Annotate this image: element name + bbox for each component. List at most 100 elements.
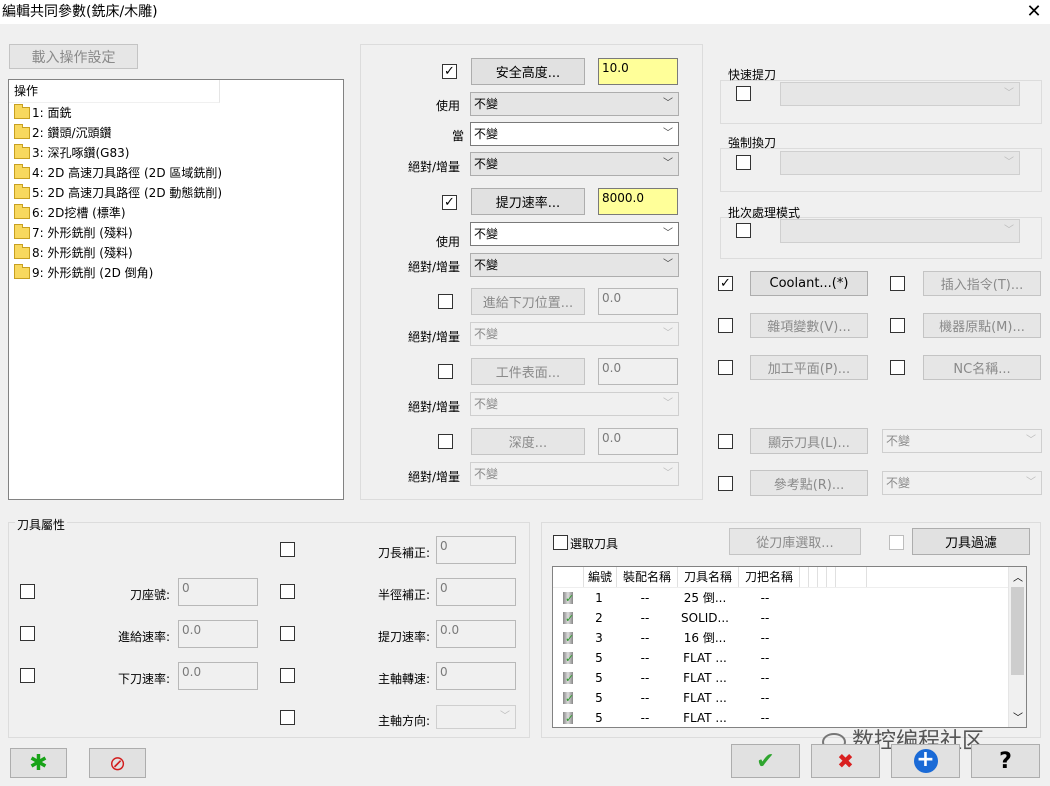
abs-inc-select[interactable]: 不變 ﹀ bbox=[470, 152, 679, 176]
nc-name-checkbox[interactable] bbox=[890, 360, 905, 375]
use2-select[interactable]: 不變 ﹀ bbox=[470, 222, 679, 246]
misc-values-checkbox[interactable] bbox=[718, 318, 733, 333]
coolant-checkbox[interactable]: ✓ bbox=[718, 276, 733, 291]
feed-rate-input[interactable]: 0.0 bbox=[178, 620, 258, 648]
misc-values-button[interactable]: 雜項變數(V)... bbox=[750, 313, 868, 338]
retract-rate-button[interactable]: 提刀速率... bbox=[471, 188, 585, 215]
help-button[interactable]: ? bbox=[971, 744, 1040, 778]
holder-input[interactable]: 0 bbox=[178, 578, 258, 606]
tool-row[interactable]: 5 -- FLAT ... -- bbox=[553, 648, 1026, 668]
plunge-rate-checkbox[interactable] bbox=[20, 668, 35, 683]
dia-comp-checkbox[interactable] bbox=[280, 584, 295, 599]
ref-point-select[interactable]: 不變 ﹀ bbox=[882, 471, 1042, 495]
plunge-rate-input[interactable]: 0.0 bbox=[178, 662, 258, 690]
tool-row[interactable]: 3 -- 16 倒... -- bbox=[553, 628, 1026, 648]
retract-rate-input[interactable]: 8000.0 bbox=[598, 188, 678, 215]
rapid-retract-checkbox[interactable] bbox=[736, 86, 751, 101]
spindle-speed-checkbox[interactable] bbox=[280, 668, 295, 683]
retract-checkbox[interactable]: ✓ bbox=[442, 195, 457, 210]
column-header[interactable]: 編號 bbox=[584, 567, 617, 587]
column-header[interactable]: 刀把名稱 bbox=[739, 567, 800, 587]
depth-input[interactable]: 0.0 bbox=[598, 428, 678, 455]
new-button[interactable]: ✱ bbox=[10, 748, 67, 778]
abs-inc5-select[interactable]: 不變 ﹀ bbox=[470, 462, 679, 486]
spindle-dir-checkbox[interactable] bbox=[280, 710, 295, 725]
top-stock-input[interactable]: 0.0 bbox=[598, 358, 678, 385]
operation-item[interactable]: 3: 深孔啄鑽(G83) bbox=[14, 143, 343, 163]
use-select[interactable]: 不變 ﹀ bbox=[470, 92, 679, 116]
scroll-down-icon[interactable]: ﹀ bbox=[1013, 709, 1023, 724]
safety-height-checkbox[interactable]: ✓ bbox=[442, 64, 457, 79]
depth-button[interactable]: 深度... bbox=[471, 428, 585, 455]
feed-plane-input[interactable]: 0.0 bbox=[598, 288, 678, 315]
cancel-button[interactable]: ✖ bbox=[811, 744, 880, 778]
abs-inc3-select[interactable]: 不變 ﹀ bbox=[470, 322, 679, 346]
tool-row[interactable]: 5 -- FLAT ... -- bbox=[553, 688, 1026, 708]
retract-rate2-checkbox[interactable] bbox=[280, 626, 295, 641]
operation-item[interactable]: 5: 2D 高速刀具路徑 (2D 動態銑削) bbox=[14, 183, 343, 203]
spindle-dir-select[interactable]: ﹀ bbox=[436, 705, 516, 729]
rapid-retract-select[interactable]: ﹀ bbox=[780, 82, 1020, 106]
retract-rate2-input[interactable]: 0.0 bbox=[436, 620, 516, 648]
ref-point-button[interactable]: 參考點(R)... bbox=[750, 470, 868, 496]
scroll-thumb[interactable] bbox=[1011, 587, 1024, 675]
force-tool-change-select[interactable]: ﹀ bbox=[780, 151, 1020, 175]
close-icon[interactable]: ✕ bbox=[1024, 2, 1044, 22]
select-tool-checkbox[interactable] bbox=[553, 535, 568, 550]
display-tool-button[interactable]: 顯示刀具(L)... bbox=[750, 428, 868, 454]
feed-plane-checkbox[interactable] bbox=[438, 294, 453, 309]
insert-command-checkbox[interactable] bbox=[890, 276, 905, 291]
tool-list[interactable]: 編號 裝配名稱 刀具名稱 刀把名稱 1 -- 25 倒... -- 2 -- SOLID..… bbox=[552, 566, 1027, 728]
operation-item[interactable]: 1: 面銑 bbox=[14, 103, 343, 123]
tool-filter-checkbox[interactable] bbox=[889, 535, 904, 550]
clear-button[interactable]: ⊘ bbox=[89, 748, 146, 778]
tool-row[interactable]: 2 -- SOLID... -- bbox=[553, 608, 1026, 628]
ok-button[interactable]: ✔ bbox=[731, 744, 800, 778]
column-header[interactable]: 裝配名稱 bbox=[617, 567, 678, 587]
tool-list-scrollbar[interactable]: ︿ ﹀ bbox=[1008, 567, 1026, 727]
safety-height-button[interactable]: 安全高度... bbox=[471, 58, 585, 85]
length-comp-input[interactable]: 0 bbox=[436, 536, 516, 564]
display-tool-checkbox[interactable] bbox=[718, 434, 733, 449]
dia-comp-input[interactable]: 0 bbox=[436, 578, 516, 606]
insert-command-button[interactable]: 插入指令(T)... bbox=[923, 271, 1041, 296]
abs-inc2-select[interactable]: 不變 ﹀ bbox=[470, 253, 679, 277]
top-stock-checkbox[interactable] bbox=[438, 364, 453, 379]
abs-inc4-select[interactable]: 不變 ﹀ bbox=[470, 392, 679, 416]
tool-row[interactable]: 5 -- FLAT ... -- bbox=[553, 668, 1026, 688]
when-select[interactable]: 不變 ﹀ bbox=[470, 122, 679, 146]
holder-checkbox[interactable] bbox=[20, 584, 35, 599]
batch-mode-select[interactable]: ﹀ bbox=[780, 219, 1020, 243]
plane-checkbox[interactable] bbox=[718, 360, 733, 375]
tool-filter-button[interactable]: 刀具過濾 bbox=[912, 528, 1030, 555]
tool-row[interactable]: 1 -- 25 倒... -- bbox=[553, 588, 1026, 608]
safety-height-input[interactable]: 10.0 bbox=[598, 58, 678, 85]
batch-mode-checkbox[interactable] bbox=[736, 223, 751, 238]
coolant-button[interactable]: Coolant...(*) bbox=[750, 271, 868, 296]
length-comp-checkbox[interactable] bbox=[280, 542, 295, 557]
feed-rate-checkbox[interactable] bbox=[20, 626, 35, 641]
force-tool-change-checkbox[interactable] bbox=[736, 155, 751, 170]
load-operation-settings-button[interactable]: 載入操作設定 bbox=[9, 44, 138, 69]
depth-checkbox[interactable] bbox=[438, 434, 453, 449]
add-button[interactable]: + bbox=[891, 744, 960, 778]
home-position-checkbox[interactable] bbox=[890, 318, 905, 333]
operation-item[interactable]: 4: 2D 高速刀具路徑 (2D 區域銑削) bbox=[14, 163, 343, 183]
scroll-up-icon[interactable]: ︿ bbox=[1013, 569, 1023, 584]
operation-item[interactable]: 6: 2D挖槽 (標準) bbox=[14, 203, 343, 223]
top-stock-button[interactable]: 工件表面... bbox=[471, 358, 585, 385]
ref-point-checkbox[interactable] bbox=[718, 476, 733, 491]
column-header[interactable]: 刀具名稱 bbox=[678, 567, 739, 587]
home-position-button[interactable]: 機器原點(M)... bbox=[923, 313, 1041, 338]
feed-plane-button[interactable]: 進給下刀位置... bbox=[471, 288, 585, 315]
spindle-speed-input[interactable]: 0 bbox=[436, 662, 516, 690]
from-library-button[interactable]: 從刀庫選取... bbox=[729, 528, 861, 555]
operation-item[interactable]: 8: 外形銑削 (殘料) bbox=[14, 243, 343, 263]
operation-item[interactable]: 7: 外形銑削 (殘料) bbox=[14, 223, 343, 243]
operation-tree[interactable]: 操作 1: 面銑 2: 鑽頭/沉頭鑽 3: 深孔啄鑽(G83) 4: 2D 高速刀具路… bbox=[8, 79, 344, 500]
plane-button[interactable]: 加工平面(P)... bbox=[750, 355, 868, 380]
operation-item[interactable]: 2: 鑽頭/沉頭鑽 bbox=[14, 123, 343, 143]
operation-item[interactable]: 9: 外形銑削 (2D 倒角) bbox=[14, 263, 343, 283]
nc-name-button[interactable]: NC名稱... bbox=[923, 355, 1041, 380]
display-tool-select[interactable]: 不變 ﹀ bbox=[882, 429, 1042, 453]
